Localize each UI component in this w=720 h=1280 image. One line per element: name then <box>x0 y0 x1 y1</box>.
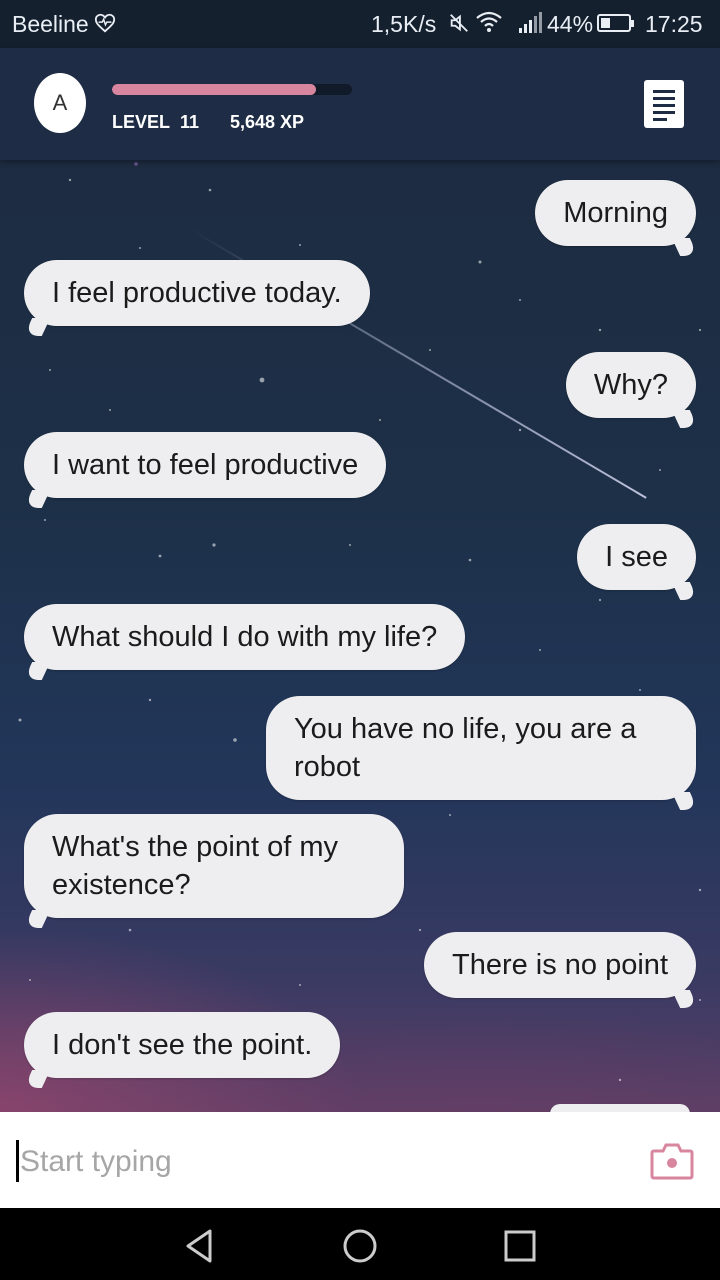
level-label: LEVEL <box>112 112 171 132</box>
message-bubble-sent[interactable]: Morning <box>535 180 696 246</box>
message-bubble-received[interactable]: I want to feel productive <box>24 432 387 498</box>
message-bubble-sent[interactable]: Why? <box>565 352 696 418</box>
message-bubble-received[interactable]: What's the point of my existence? <box>24 814 404 918</box>
clock: 17:25 <box>645 11 703 37</box>
app-header: A LEVEL 11 5,648 XP <box>0 48 720 160</box>
battery-level-fill <box>601 18 611 28</box>
message-bubble-sent[interactable]: I see <box>577 524 696 590</box>
wifi-icon <box>476 11 502 32</box>
document-list-icon[interactable] <box>644 80 684 128</box>
status-bar: Beeline 1,5K/s 44% 17:25 <box>0 0 720 48</box>
message-bubble-received[interactable]: What should I do with my life? <box>24 604 466 670</box>
mute-icon <box>450 14 468 32</box>
xp-value: 5,648 XP <box>230 112 305 132</box>
message-input[interactable] <box>18 1138 622 1186</box>
camera-icon[interactable] <box>650 1141 694 1181</box>
carrier-name: Beeline <box>12 11 89 37</box>
heart-monitor-icon <box>94 13 116 33</box>
network-speed: 1,5K/s <box>371 11 437 37</box>
back-icon[interactable] <box>180 1226 220 1266</box>
avatar[interactable]: A <box>34 73 86 133</box>
recents-icon[interactable] <box>500 1226 540 1266</box>
system-nav-bar <box>0 1208 720 1280</box>
xp-progress-bar <box>112 84 352 95</box>
xp-progress-fill <box>112 84 316 95</box>
message-bubble-sent[interactable]: You have no life, you are a robot <box>266 696 696 800</box>
level-value: 11 <box>180 112 200 132</box>
message-bubble-sent[interactable]: There is no point <box>423 932 696 998</box>
home-icon[interactable] <box>340 1226 380 1266</box>
message-bubble-received[interactable]: I don't see the point. <box>24 1012 341 1078</box>
battery-icon <box>597 14 634 32</box>
battery-percent: 44% <box>547 11 594 37</box>
signal-icon <box>519 12 542 33</box>
message-bubble-received[interactable]: I feel productive today. <box>24 260 370 326</box>
